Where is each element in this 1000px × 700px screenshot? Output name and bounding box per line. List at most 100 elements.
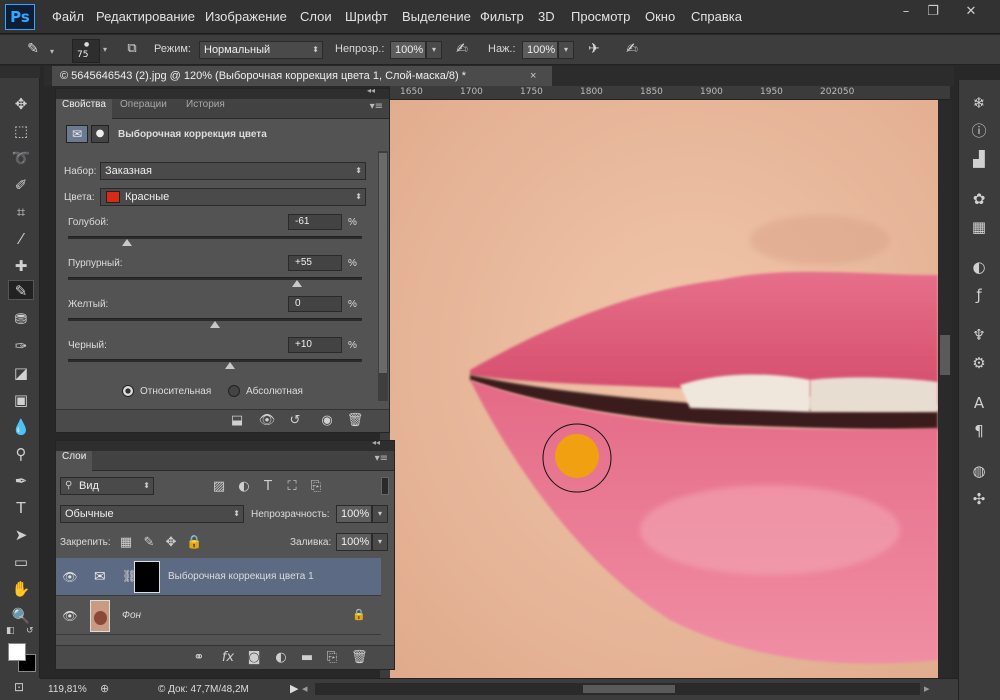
scroll-right-icon[interactable]: ▸ [924,682,930,695]
add-mask-icon[interactable]: ◙ [246,650,262,666]
panel-collapse-bar[interactable]: ◂◂ [56,86,389,99]
layer-thumbnail[interactable] [90,600,110,632]
blur-tool-icon[interactable]: 💧 [10,417,32,437]
menu-select[interactable]: Выделение [402,9,471,24]
black-slider-thumb[interactable] [224,362,235,369]
scroll-left-icon[interactable]: ◂ [302,682,308,695]
scroll-thumb[interactable] [940,335,950,375]
menu-window[interactable]: Окно [645,9,675,24]
absolute-radio[interactable] [228,385,240,397]
adjustments-icon[interactable]: ◐ [967,256,991,278]
pressure-size-icon[interactable]: ✍ [622,41,642,59]
layers-collapse-bar[interactable]: ◂◂ [56,438,394,451]
menu-type[interactable]: Шрифт [345,9,388,24]
status-menu-arrow-icon[interactable]: ▶ [290,682,298,695]
marquee-tool-icon[interactable]: ⬚ [10,121,32,141]
menu-help[interactable]: Справка [691,9,742,24]
h-scroll-thumb[interactable] [583,685,675,693]
layer-name[interactable]: Выборочная коррекция цвета 1 [168,571,314,582]
mask-icon[interactable]: ● [91,125,109,143]
black-slider[interactable] [68,359,362,362]
airbrush-icon[interactable]: ✈ [584,41,604,59]
3d-icon[interactable]: ◍ [967,460,991,482]
delete-adjustment-icon[interactable]: 🗑 [346,413,364,429]
swatches-icon[interactable]: ▦ [967,216,991,238]
character-icon[interactable]: A [967,392,991,414]
colors-select[interactable]: Красные ⬍ [100,188,366,206]
menu-edit[interactable]: Редактирование [96,9,195,24]
delete-layer-icon[interactable]: 🗑 [351,650,368,666]
layer-row-adjustment[interactable]: 👁 ✉ ⛓ Выборочная коррекция цвета 1 [56,558,381,596]
menu-view[interactable]: Просмотр [571,9,630,24]
lock-pixels-icon[interactable]: ✎ [142,535,156,551]
eyedropper-tool-icon[interactable]: ⁄ [10,229,32,249]
brush-presets-icon[interactable]: ♆ [967,324,991,346]
navigator-icon[interactable]: ❄ [967,92,991,114]
new-layer-icon[interactable]: ⎘ [324,650,340,666]
close-window-button[interactable]: ✕ [960,3,982,21]
lock-transparent-icon[interactable]: ▦ [119,535,133,551]
type-tool-icon[interactable]: T [10,498,32,518]
properties-scrollbar[interactable] [378,151,388,401]
gradient-tool-icon[interactable]: ▣ [10,390,32,410]
default-colors-icon[interactable]: ◧ [6,626,15,636]
paragraph-icon[interactable]: ¶ [967,420,991,442]
paths-icon[interactable]: ✣ [967,488,991,510]
filter-adjustment-icon[interactable]: ◐ [236,479,252,495]
zoom-tool-icon[interactable]: 🔍 [10,606,32,626]
filter-pixel-icon[interactable]: ▨ [211,479,227,495]
crop-tool-icon[interactable]: ⌗ [10,202,32,222]
magenta-slider[interactable] [68,277,362,280]
flow-input[interactable]: 100% [522,41,558,59]
zoom-level[interactable]: 119,81% [48,684,87,695]
lock-all-icon[interactable]: 🔒 [186,535,202,551]
tab-actions[interactable]: Операции [114,99,173,119]
yellow-slider-thumb[interactable] [210,321,220,328]
restore-button[interactable]: ❐ [922,3,944,21]
tab-properties[interactable]: Свойства [56,99,112,119]
flow-dropdown-button[interactable]: ▾ [558,41,574,59]
status-icon[interactable]: ⊕ [100,682,109,695]
eraser-tool-icon[interactable]: ◪ [10,363,32,383]
blend-mode-select[interactable]: Обычные ⬍ [60,505,244,523]
fill-dropdown[interactable]: ▾ [372,533,388,551]
color-icon[interactable]: ✿ [967,188,991,210]
collapse-icon[interactable]: ◂◂ [367,86,375,95]
tab-history[interactable]: История [180,99,231,119]
panel-menu-icon[interactable]: ▾≡ [370,101,383,112]
healing-tool-icon[interactable]: ✚ [10,256,32,276]
fill-input[interactable]: 100% [336,533,372,551]
layer-opacity-dropdown[interactable]: ▾ [372,505,388,523]
brush-tool-icon[interactable]: ✎ [8,280,34,300]
menu-file[interactable]: Файл [52,9,84,24]
history-brush-tool-icon[interactable]: ✑ [10,336,32,356]
menu-layers[interactable]: Слои [300,9,332,24]
quick-select-tool-icon[interactable]: ✐ [10,175,32,195]
cyan-slider-thumb[interactable] [121,239,132,246]
menu-3d[interactable]: 3D [538,9,555,24]
layer-row-background[interactable]: 👁 Фон 🔒 [56,597,381,635]
mode-select[interactable]: Нормальный ⬍ [199,41,323,59]
move-tool-icon[interactable]: ✥ [10,94,32,114]
clone-source-icon[interactable]: ⚙ [967,352,991,374]
magenta-slider-thumb[interactable] [292,280,303,287]
magenta-value[interactable]: +55 [288,255,342,271]
clip-to-layer-icon[interactable]: ⬓ [228,413,246,429]
layer-style-icon[interactable]: fx [219,650,237,666]
opacity-input[interactable]: 100% [390,41,426,59]
minimize-button[interactable]: – [895,3,917,21]
filter-shape-icon[interactable]: ⛶ [284,479,300,495]
path-select-tool-icon[interactable]: ➤ [10,525,32,545]
cyan-slider[interactable] [68,236,362,239]
brush-size-picker[interactable]: ● 75 [72,39,100,63]
lasso-tool-icon[interactable]: ➰ [10,148,32,168]
yellow-value[interactable]: 0 [288,296,342,312]
shape-tool-icon[interactable]: ▭ [10,552,32,572]
close-tab-icon[interactable]: × [530,66,536,86]
screen-mode-icon[interactable]: ⊡ [14,680,24,694]
info-icon[interactable]: ⓘ [967,120,991,142]
layer-visibility-eye-icon[interactable]: 👁 [60,597,80,635]
new-group-icon[interactable]: ▬ [299,650,315,666]
view-previous-icon[interactable]: 👁 [258,413,276,429]
black-value[interactable]: +10 [288,337,342,353]
